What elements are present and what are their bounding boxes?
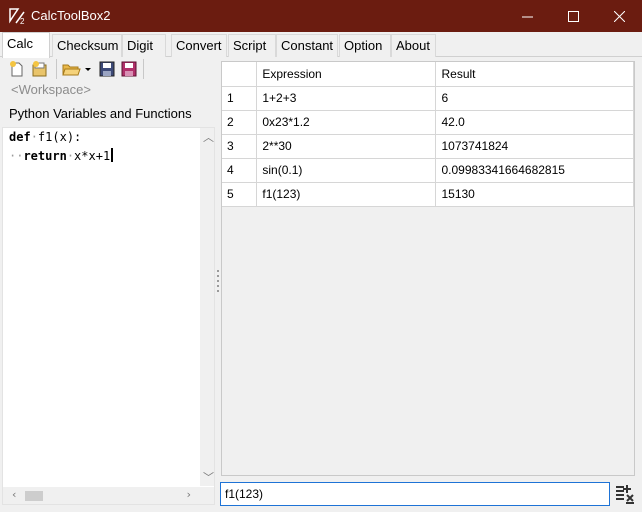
workspace-selector[interactable]: <Workspace> [11, 82, 91, 97]
table-row[interactable]: 1 1+2+3 6 [222, 86, 634, 111]
calculator-icon[interactable] [614, 483, 636, 505]
minimize-icon [521, 16, 533, 17]
code-text: x*x+1 [74, 149, 111, 163]
left-panel: <Workspace> Python Variables and Functio… [0, 57, 215, 512]
section-title: Python Variables and Functions [9, 106, 192, 121]
expression-cell[interactable]: sin(0.1) [256, 158, 437, 183]
row-header[interactable]: 4 [222, 158, 258, 183]
result-cell[interactable]: 15130 [435, 182, 634, 207]
workspace-toolbar [0, 57, 215, 81]
table-row[interactable]: 2 0x23*1.2 42.0 [222, 110, 634, 135]
splitter-grip [217, 270, 219, 272]
chevron-down-icon[interactable] [83, 60, 93, 78]
row-header[interactable]: 2 [222, 110, 258, 135]
result-cell[interactable]: 1073741824 [435, 134, 634, 159]
expression-cell[interactable]: 0x23*1.2 [256, 110, 437, 135]
result-cell[interactable]: 6 [435, 86, 634, 111]
close-button[interactable] [596, 0, 642, 32]
expression-cell[interactable]: f1(123) [256, 182, 437, 207]
results-table: Expression Result 1 1+2+3 6 2 0x23*1.2 4… [222, 62, 634, 207]
text-caret [111, 148, 114, 162]
vertical-scrollbar[interactable]: ︿ ﹀ [200, 128, 214, 486]
code-text: f1(x): [37, 130, 82, 144]
result-cell[interactable]: 0.09983341664682815 [435, 158, 634, 183]
code-line: def·f1(x): [9, 130, 82, 144]
header-row: Expression Result [222, 62, 634, 87]
tab-bar: Calc Checksum Digit Convert Script Const… [0, 32, 642, 58]
column-header-result[interactable]: Result [435, 62, 634, 87]
save-as-icon[interactable] [120, 60, 138, 78]
row-header[interactable]: 3 [222, 134, 258, 159]
code-keyword: def [9, 130, 31, 144]
tab-script[interactable]: Script [228, 34, 276, 57]
tab-digit[interactable]: Digit [122, 34, 166, 57]
scroll-corner [200, 487, 214, 504]
expression-cell[interactable]: 2**30 [256, 134, 437, 159]
code-editor[interactable]: def·f1(x): ··return·x*x+1 ︿ ﹀ ‹ › [2, 127, 215, 505]
tab-about[interactable]: About [391, 34, 436, 57]
open-folder-icon[interactable] [61, 60, 81, 78]
tab-checksum[interactable]: Checksum [52, 34, 122, 57]
code-keyword: return [23, 149, 67, 163]
scroll-thumb[interactable] [25, 491, 43, 501]
splitter-grip [217, 280, 219, 282]
corner-header[interactable] [222, 62, 258, 87]
title-bar: 2 CalcToolBox2 [0, 0, 642, 32]
scroll-left-icon[interactable]: ‹ [11, 488, 18, 501]
row-header[interactable]: 5 [222, 182, 258, 207]
tab-option[interactable]: Option [339, 34, 391, 57]
minimize-button[interactable] [504, 0, 550, 32]
results-grid[interactable]: Expression Result 1 1+2+3 6 2 0x23*1.2 4… [221, 61, 635, 476]
splitter-grip [217, 290, 219, 292]
scroll-up-icon[interactable]: ︿ [203, 129, 214, 145]
new-file-icon[interactable] [8, 60, 26, 78]
tab-constant[interactable]: Constant [276, 34, 338, 57]
splitter-grip [217, 285, 219, 287]
result-cell[interactable]: 42.0 [435, 110, 634, 135]
horizontal-scrollbar[interactable]: ‹ › [3, 487, 200, 504]
save-icon[interactable] [98, 60, 116, 78]
table-row[interactable]: 5 f1(123) 15130 [222, 182, 634, 207]
tab-calc[interactable]: Calc [2, 32, 50, 58]
new-workspace-icon[interactable] [31, 60, 49, 78]
svg-text:2: 2 [20, 17, 25, 25]
toolbar-separator [143, 59, 144, 79]
app-icon: 2 [9, 8, 25, 25]
row-header[interactable]: 1 [222, 86, 258, 111]
code-line: ··return·x*x+1 [9, 148, 114, 163]
scroll-down-icon[interactable]: ﹀ [203, 469, 214, 485]
window-title: CalcToolBox2 [31, 8, 111, 23]
scroll-right-icon[interactable]: › [185, 488, 192, 501]
expression-input[interactable] [220, 482, 610, 506]
maximize-button[interactable] [550, 0, 596, 32]
tab-convert[interactable]: Convert [171, 34, 227, 57]
expression-cell[interactable]: 1+2+3 [256, 86, 437, 111]
table-row[interactable]: 4 sin(0.1) 0.09983341664682815 [222, 158, 634, 183]
splitter-grip [217, 275, 219, 277]
table-row[interactable]: 3 2**30 1073741824 [222, 134, 634, 159]
close-icon [613, 10, 625, 22]
column-header-expression[interactable]: Expression [256, 62, 437, 87]
maximize-icon [567, 10, 579, 22]
toolbar-separator [56, 59, 57, 79]
